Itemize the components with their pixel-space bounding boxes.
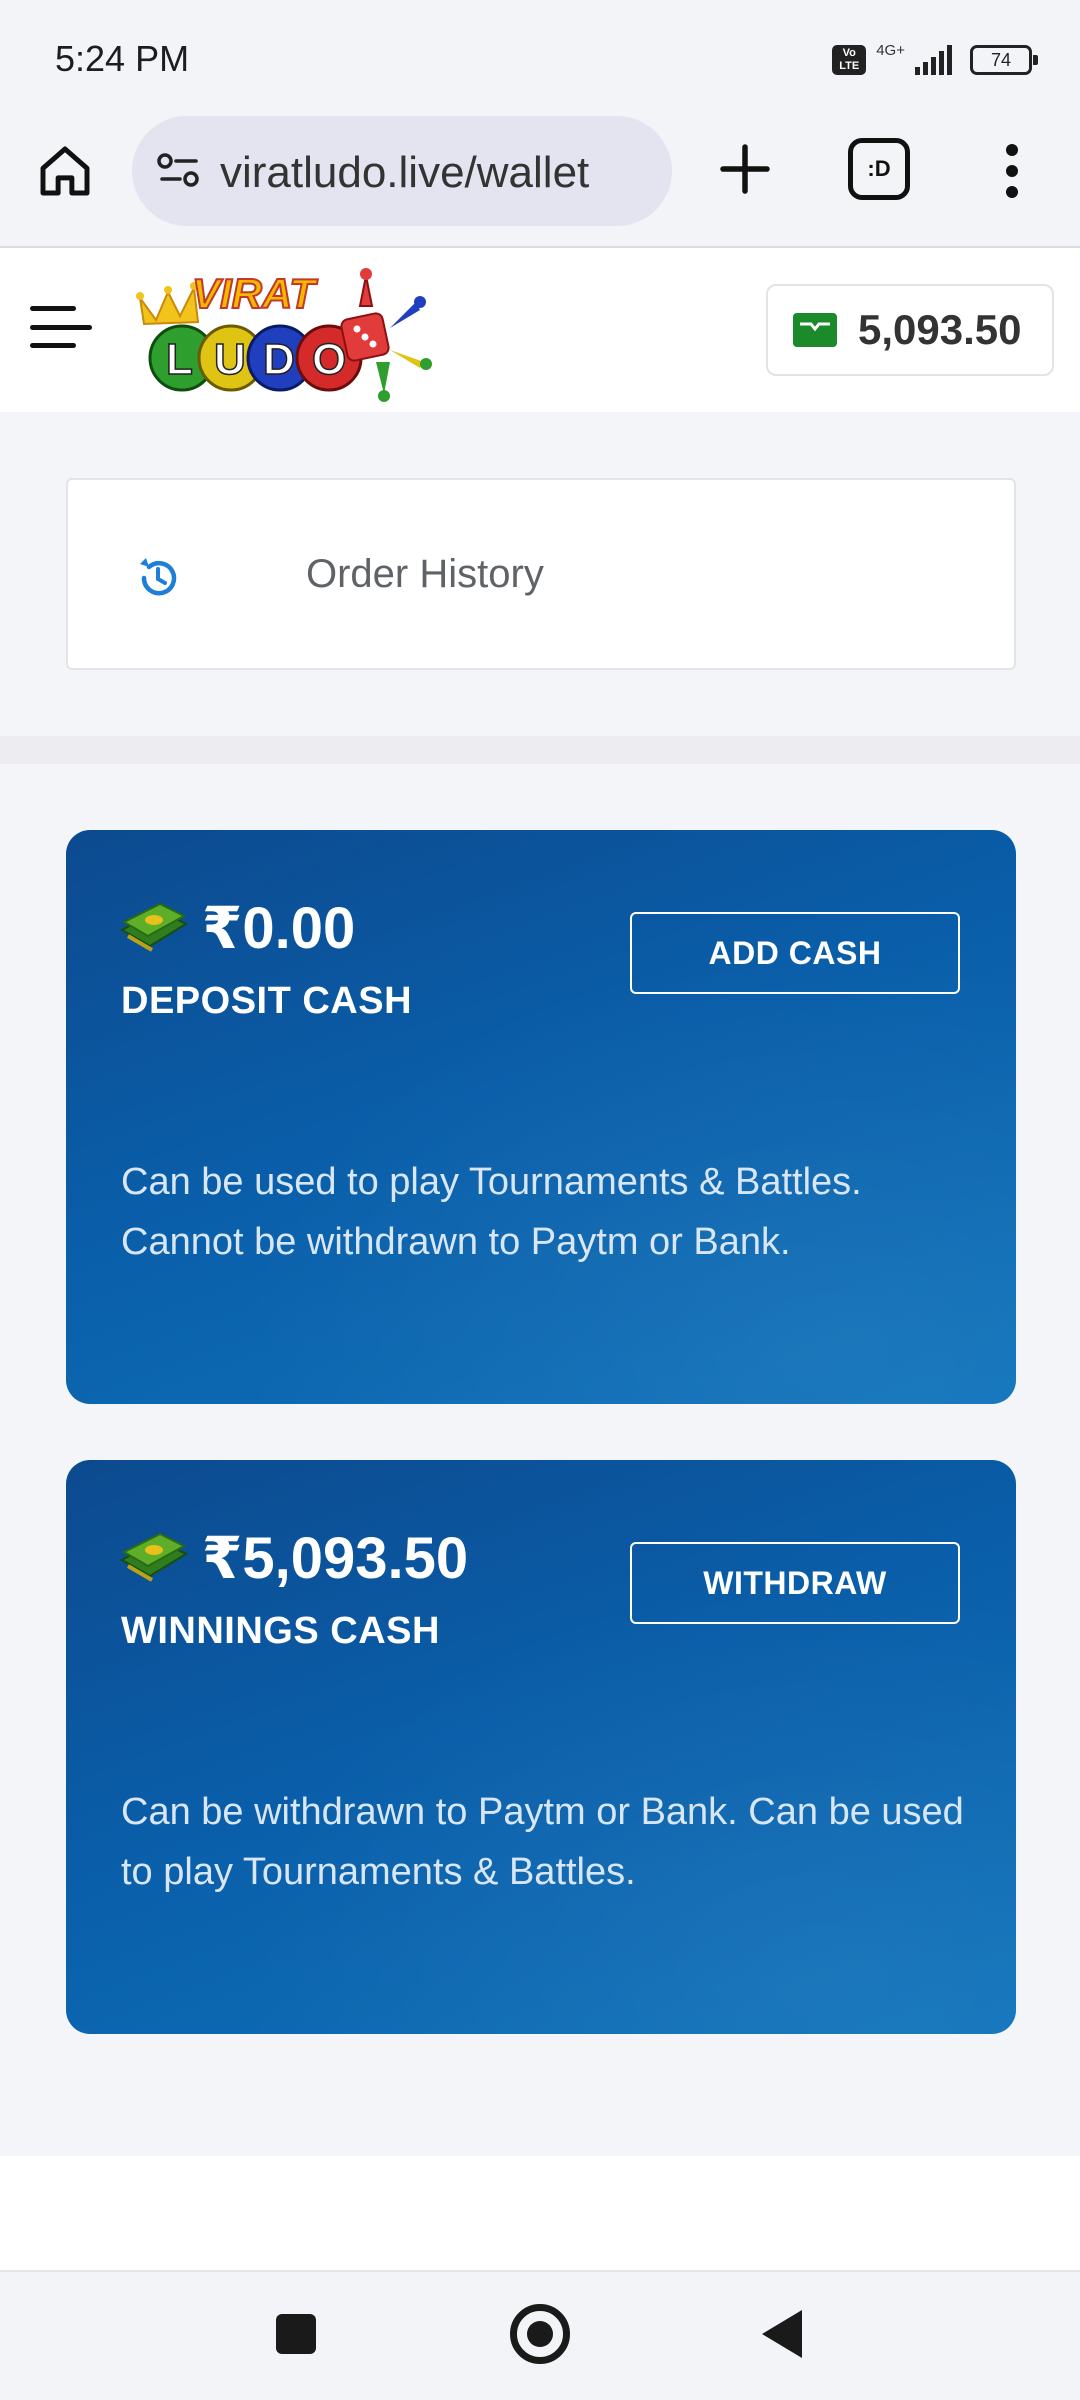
deposit-label: DEPOSIT CASH [121,980,413,1022]
order-history-button[interactable]: Order History [66,478,1016,670]
system-navigation-bar [0,2272,1080,2400]
wallet-icon [793,313,837,347]
deposit-description: Can be used to play Tournaments & Battle… [121,1161,862,1263]
url-text[interactable]: viratludo.live/wallet [220,148,589,198]
battery-icon: 74 [970,45,1038,75]
winnings-label: WINNINGS CASH [121,1610,440,1652]
deposit-amount: ₹0.00 [202,896,356,961]
order-history-label: Order History [306,552,544,596]
wallet-amount: 5,093.50 [858,306,1022,353]
section-divider [0,736,1080,764]
site-logo[interactable]: VIRAT L U D O [128,258,458,406]
plus-icon[interactable] [712,136,778,202]
order-history-section: Order History [0,412,1080,736]
status-bar: 5:24 PM Vo LTE 4G+ 74 [0,0,1080,112]
winnings-cash-card: ₹5,093.50 WINNINGS CASH WITHDRAW Can be … [66,1460,1016,2034]
wallet-balance-button[interactable]: 5,093.50 [766,284,1054,376]
back-icon[interactable] [762,2310,802,2358]
browser-toolbar: viratludo.live/wallet :D [0,112,1080,248]
logo-top-text: VIRAT [192,270,318,317]
battery-level: 74 [990,50,1012,70]
winnings-description: Can be withdrawn to Paytm or Bank. Can b… [121,1791,964,1893]
status-time: 5:24 PM [55,38,190,79]
more-vert-icon[interactable] [990,138,1034,204]
withdraw-button[interactable]: WITHDRAW [630,1542,960,1624]
history-icon [140,558,177,596]
network-type: 4G+ [876,41,905,59]
home-icon[interactable] [32,138,98,204]
page-footer-space [0,2156,1080,2272]
money-icon [119,1532,189,1582]
svg-text:D: D [263,335,295,384]
status-indicators: Vo LTE 4G+ 74 [832,38,1038,82]
money-icon [119,902,189,952]
address-bar[interactable]: viratludo.live/wallet [132,116,672,226]
hamburger-icon[interactable] [30,300,92,354]
winnings-amount: ₹5,093.50 [202,1526,469,1591]
signal-icon [915,45,952,75]
wallet-cards: ₹0.00 DEPOSIT CASH ADD CASH Can be used … [0,764,1080,2156]
volte-icon: Vo LTE [832,45,867,75]
home-nav-icon[interactable] [510,2304,570,2364]
svg-text:L: L [166,335,193,384]
site-header: VIRAT L U D O 5,093.50 [0,248,1080,412]
site-settings-icon[interactable] [156,150,202,190]
svg-text:O: O [312,335,346,384]
add-cash-button[interactable]: ADD CASH [630,912,960,994]
tabs-icon[interactable]: :D [848,138,910,200]
deposit-cash-card: ₹0.00 DEPOSIT CASH ADD CASH Can be used … [66,830,1016,1404]
recents-icon[interactable] [276,2314,316,2354]
svg-text:U: U [214,335,246,384]
